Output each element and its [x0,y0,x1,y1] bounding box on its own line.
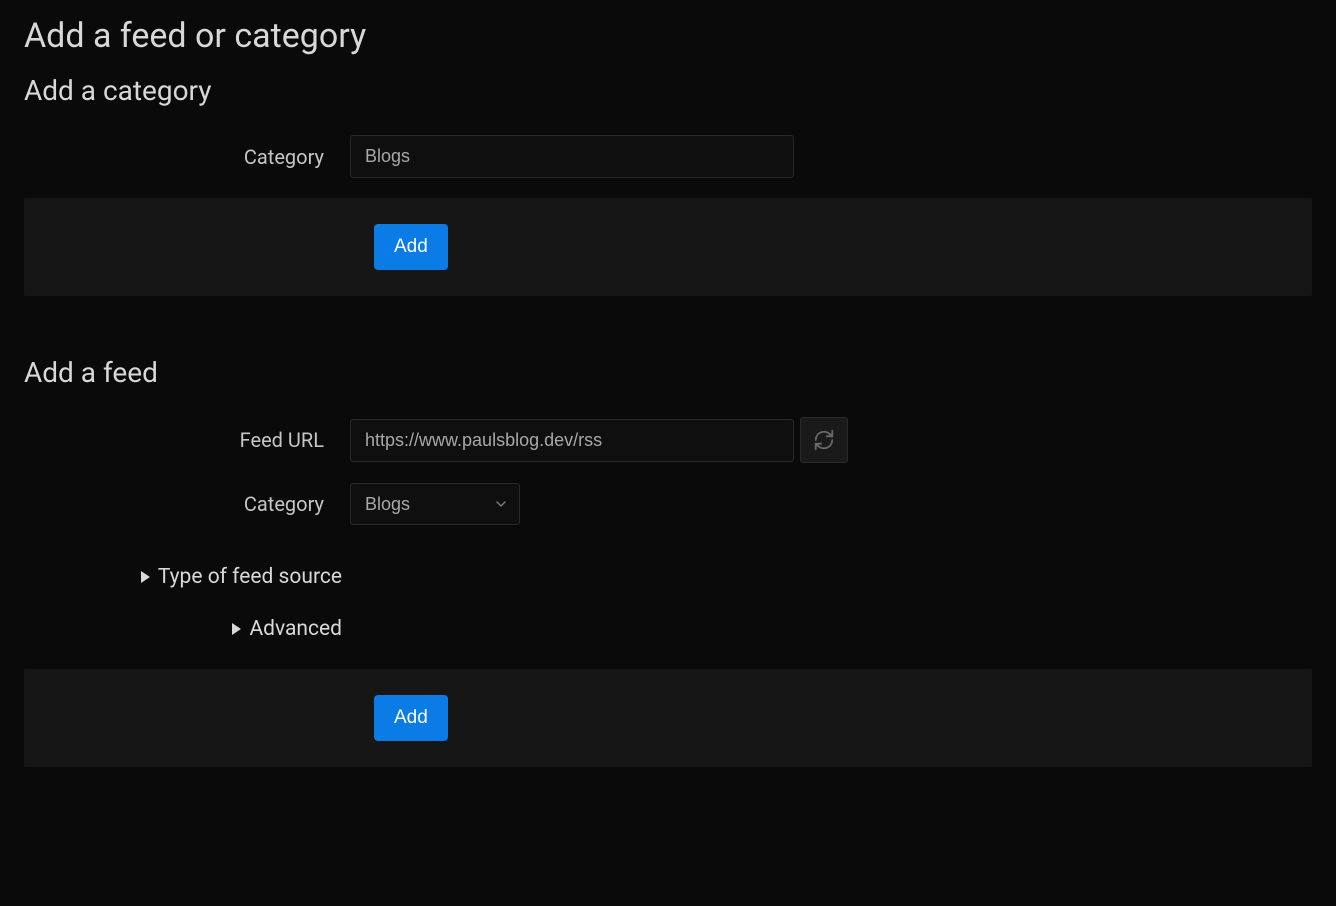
feed-category-select[interactable]: Blogs [350,483,520,525]
advanced-label: Advanced [249,617,342,641]
chevron-right-icon [141,571,150,583]
refresh-icon [813,429,835,451]
type-of-feed-source-toggle[interactable]: Type of feed source [24,565,350,589]
add-category-button[interactable]: Add [374,224,448,270]
feed-category-label: Category [24,492,350,516]
chevron-right-icon [232,623,241,635]
category-name-input[interactable] [350,135,794,178]
add-category-section: Add a category Category Add [24,74,1312,296]
type-of-feed-source-label: Type of feed source [158,565,342,589]
advanced-toggle[interactable]: Advanced [24,617,350,641]
feed-url-label: Feed URL [24,428,350,452]
category-label: Category [24,145,350,169]
feed-url-input[interactable] [350,419,794,462]
add-feed-section: Add a feed Feed URL Category Blogs [24,356,1312,767]
add-feed-button[interactable]: Add [374,695,448,741]
page-title: Add a feed or category [24,16,1312,56]
add-feed-heading: Add a feed [24,356,1312,389]
add-category-heading: Add a category [24,74,1312,107]
feed-url-discover-button[interactable] [800,417,848,463]
